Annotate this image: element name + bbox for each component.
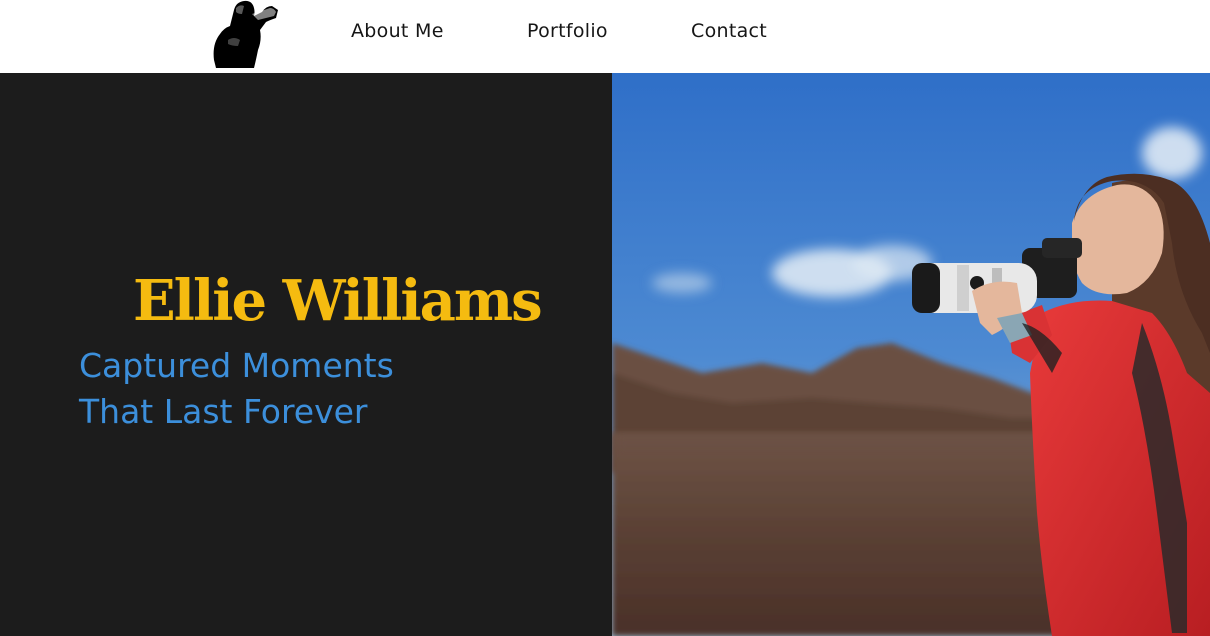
nav-about-me-link[interactable]: About Me xyxy=(351,20,444,42)
site-header: About Me Portfolio Contact xyxy=(0,0,1210,73)
nav-portfolio-link[interactable]: Portfolio xyxy=(527,20,608,42)
hero-tagline-line-1: Captured Moments xyxy=(79,346,394,385)
hero-text-panel: Ellie Williams Captured Moments That Las… xyxy=(0,73,612,636)
photographer-logo-icon[interactable] xyxy=(210,0,280,69)
hero-tagline-line-2: That Last Forever xyxy=(79,392,368,431)
hero-name-heading: Ellie Williams xyxy=(133,268,543,334)
hero-photo xyxy=(612,73,1210,636)
nav-contact-link[interactable]: Contact xyxy=(691,20,767,42)
hero-tagline: Captured Moments That Last Forever xyxy=(79,343,394,435)
